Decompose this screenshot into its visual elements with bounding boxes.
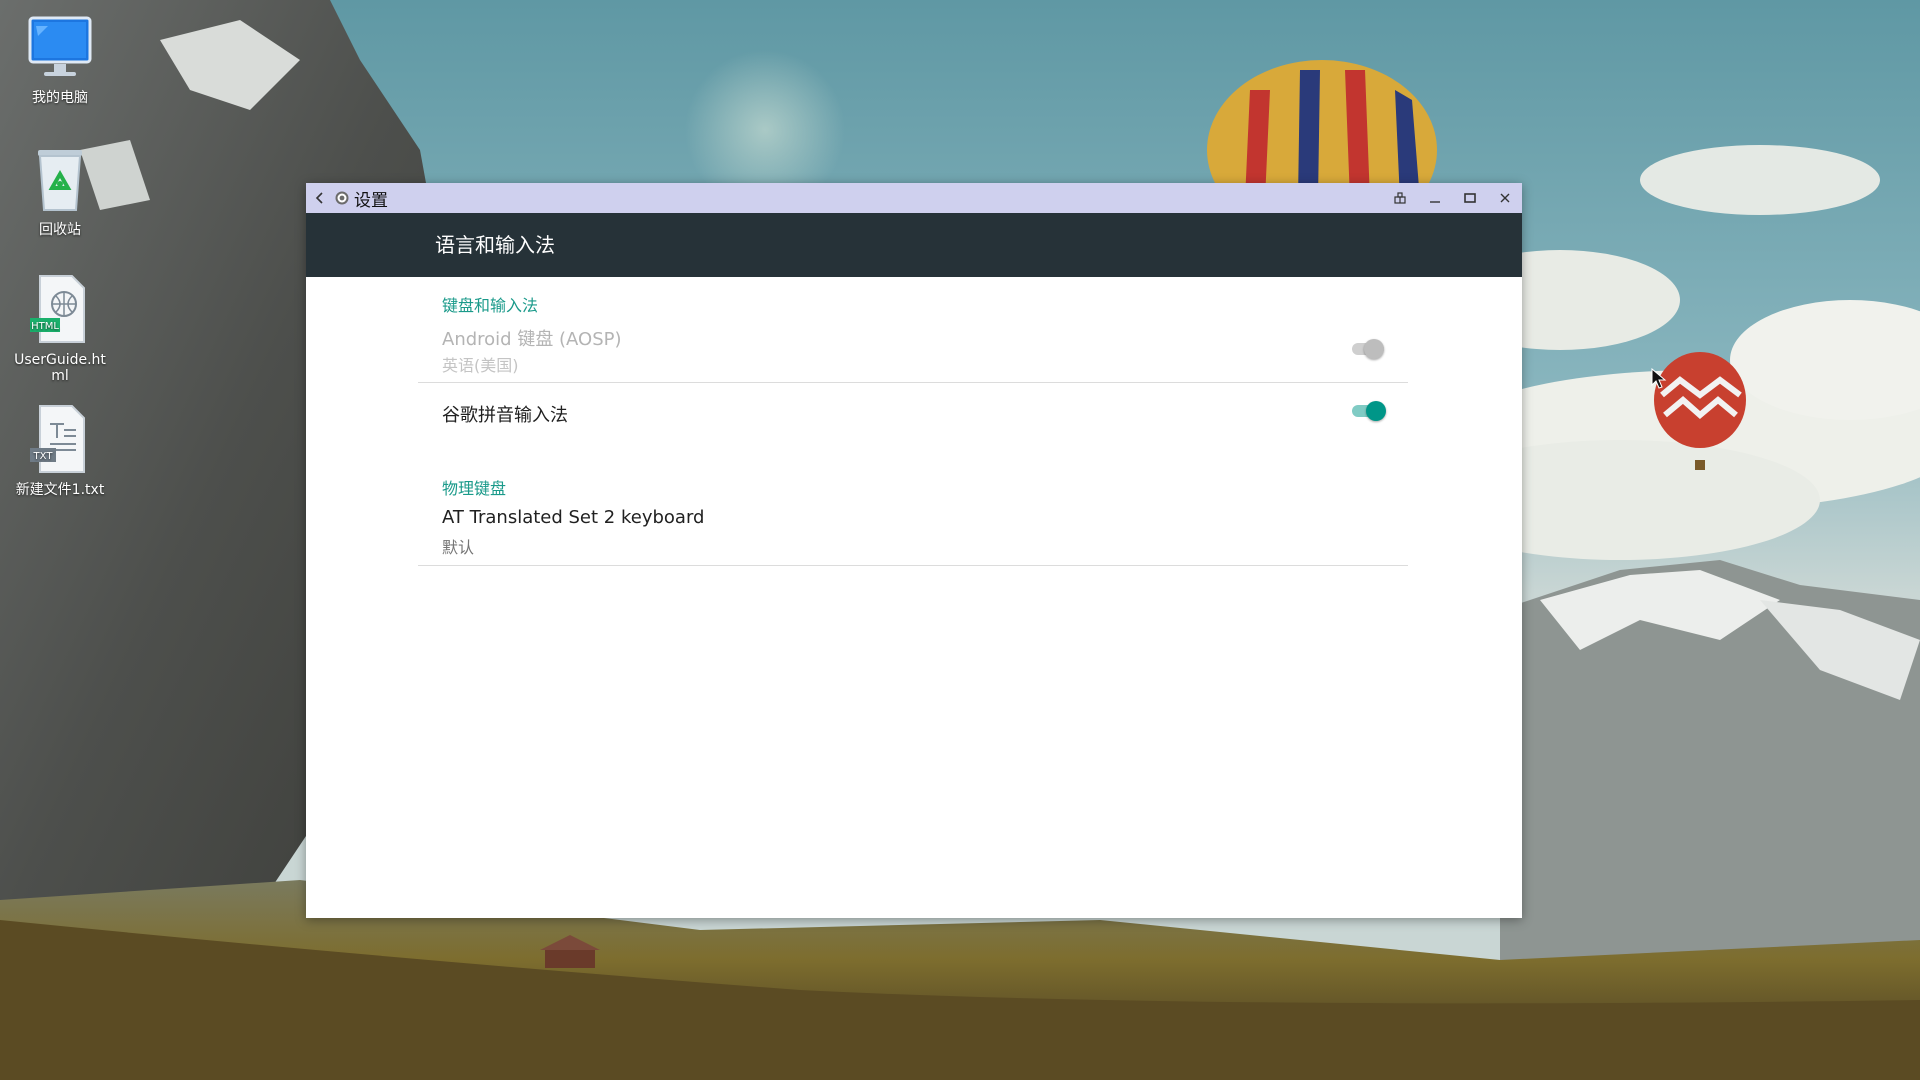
- txt-file-icon: TXT: [24, 404, 96, 476]
- chevron-left-icon[interactable]: [306, 183, 334, 213]
- page-title: 语言和输入法: [435, 233, 555, 257]
- pref-android-keyboard[interactable]: Android 键盘 (AOSP) 英语(美国): [418, 325, 1408, 377]
- section-header-keyboard-input: 键盘和输入法: [442, 296, 539, 315]
- pref-title: 谷歌拼音输入法: [442, 405, 568, 426]
- divider: [418, 565, 1408, 566]
- window-controls: [1382, 183, 1522, 213]
- desktop-icon-label: 我的电脑: [32, 90, 88, 106]
- window-titlebar[interactable]: 设置: [306, 183, 1522, 213]
- pref-title: Android 键盘 (AOSP): [442, 329, 622, 350]
- html-file-icon: HTML: [24, 274, 96, 346]
- desktop-icon-label: 回收站: [39, 222, 81, 238]
- app-bar: 语言和输入法: [306, 213, 1522, 277]
- mouse-cursor-icon: [1651, 367, 1667, 394]
- settings-window: 设置 语言和输入法 键盘和输入法 Android 键盘 (AOSP) 英语(美国…: [306, 183, 1522, 918]
- pref-at-keyboard[interactable]: AT Translated Set 2 keyboard 默认: [418, 507, 1408, 559]
- pref-subtitle: 英语(美国): [442, 356, 519, 375]
- divider: [418, 382, 1408, 383]
- toggle-switch-android-keyboard[interactable]: [1350, 339, 1386, 359]
- maximize-icon[interactable]: [1452, 183, 1487, 213]
- recycle-bin-icon: [24, 144, 96, 216]
- txt-badge: TXT: [33, 451, 54, 462]
- desktop-icon-userguide[interactable]: HTML UserGuide.html: [14, 274, 106, 384]
- computer-icon: [24, 12, 96, 84]
- close-icon[interactable]: [1487, 183, 1522, 213]
- desktop-icon-label: UserGuide.html: [14, 352, 106, 384]
- section-header-physical-keyboard: 物理键盘: [442, 479, 507, 498]
- switch-thumb: [1364, 339, 1384, 359]
- desktop-icon-recycle-bin[interactable]: 回收站: [14, 144, 106, 238]
- toggle-switch-google-pinyin[interactable]: [1350, 401, 1386, 421]
- pin-icon[interactable]: [1382, 183, 1417, 213]
- pref-title: AT Translated Set 2 keyboard: [442, 507, 705, 528]
- desktop-icon-new-text-file[interactable]: TXT 新建文件1.txt: [14, 404, 106, 498]
- settings-content: 键盘和输入法 Android 键盘 (AOSP) 英语(美国) 谷歌拼音输入法 …: [306, 277, 1522, 918]
- pref-subtitle: 默认: [442, 538, 475, 557]
- pref-google-pinyin[interactable]: 谷歌拼音输入法: [418, 401, 1408, 441]
- desktop-icon-label: 新建文件1.txt: [15, 482, 105, 498]
- desktop-icon-my-computer[interactable]: 我的电脑: [14, 12, 106, 106]
- window-title: 设置: [354, 190, 388, 211]
- html-badge: HTML: [31, 321, 59, 332]
- settings-gear-icon: [334, 190, 350, 206]
- minimize-icon[interactable]: [1417, 183, 1452, 213]
- switch-thumb: [1366, 401, 1386, 421]
- desktop: 我的电脑 回收站 HTML UserGuide.html TXT 新建文件1.t…: [0, 0, 1920, 1080]
